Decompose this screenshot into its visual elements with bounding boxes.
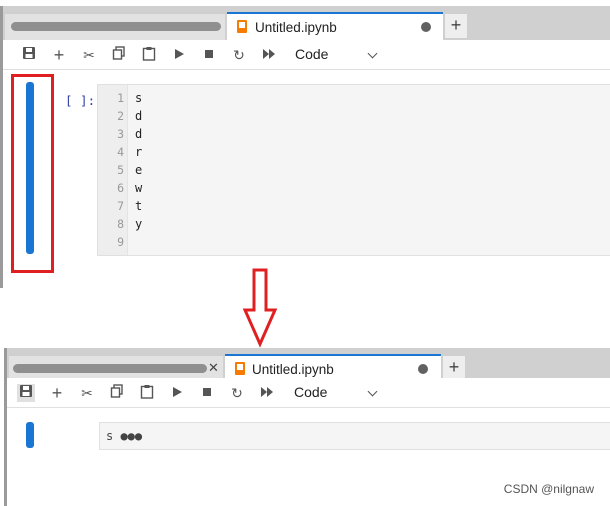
line-number: 3 <box>117 127 124 141</box>
code-line: e <box>135 163 143 177</box>
code-line: y <box>135 217 143 231</box>
cell-prompt: [ ]: <box>65 93 96 108</box>
cut-icon[interactable]: ✂ <box>78 384 96 402</box>
notebook-icon <box>237 20 247 33</box>
restart-icon[interactable]: ↻ <box>230 46 248 64</box>
code-line: t <box>135 199 143 213</box>
cell-type-select[interactable]: Code <box>294 384 327 400</box>
stop-icon[interactable] <box>200 46 218 64</box>
notebook-icon <box>235 362 245 375</box>
code-line: s <box>135 91 143 105</box>
code-line: w <box>135 181 143 195</box>
notebook-toolbar: + ✂ ↻ Code <box>7 378 610 408</box>
notebook-toolbar: + ✂ ↻ Code <box>3 40 610 70</box>
code-line: d <box>135 127 143 141</box>
line-number: 1 <box>117 91 124 105</box>
add-tab-button[interactable]: + <box>444 13 468 39</box>
stop-icon[interactable] <box>198 384 216 402</box>
scribble-overlay <box>11 22 221 31</box>
save-icon[interactable] <box>20 46 38 64</box>
notebook-panel-after: ✕ Untitled.ipynb + + ✂ ↻ Code s ●●● CSDN… <box>4 348 610 506</box>
run-icon[interactable] <box>170 46 188 64</box>
copy-icon[interactable] <box>110 46 128 64</box>
unsaved-dot-icon[interactable] <box>421 22 431 32</box>
tab-untitled-ipynb[interactable]: Untitled.ipynb <box>227 12 443 40</box>
notebook-panel-before: Untitled.ipynb + + ✂ ↻ Code [ ]: 1 2 3 4… <box>0 6 610 288</box>
line-number: 4 <box>117 145 124 159</box>
run-icon[interactable] <box>168 384 186 402</box>
tab-label: Untitled.ipynb <box>255 20 337 35</box>
paste-icon[interactable] <box>140 46 158 64</box>
line-number: 5 <box>117 163 124 177</box>
cell-type-select[interactable]: Code <box>295 46 328 62</box>
cell-collapser-bar[interactable] <box>26 422 34 448</box>
chevron-down-icon[interactable] <box>367 386 378 397</box>
highlight-box <box>11 74 54 273</box>
save-icon[interactable] <box>17 384 35 402</box>
fast-forward-icon[interactable] <box>258 384 276 402</box>
tab-bar: Untitled.ipynb + <box>3 6 610 40</box>
collapsed-preview: s ●●● <box>106 429 143 443</box>
restart-icon[interactable]: ↻ <box>228 384 246 402</box>
collapsed-cell[interactable]: s ●●● <box>99 422 610 450</box>
code-line: d <box>135 109 143 123</box>
line-number: 7 <box>117 199 124 213</box>
line-number: 2 <box>117 109 124 123</box>
line-number: 9 <box>117 235 124 249</box>
paste-icon[interactable] <box>138 384 156 402</box>
fast-forward-icon[interactable] <box>260 46 278 64</box>
close-icon[interactable]: ✕ <box>208 360 219 376</box>
line-number: 6 <box>117 181 124 195</box>
watermark: CSDN @nilgnaw <box>503 482 594 496</box>
chevron-down-icon[interactable] <box>367 48 378 59</box>
tab-obscured[interactable] <box>5 12 225 40</box>
tab-bar: ✕ Untitled.ipynb + <box>7 348 610 382</box>
code-editor[interactable]: 1 2 3 4 5 6 7 8 9 s d d r e w t y <box>97 84 610 256</box>
cut-icon[interactable]: ✂ <box>80 46 98 64</box>
line-number: 8 <box>117 217 124 231</box>
add-cell-icon[interactable]: + <box>48 384 66 402</box>
unsaved-dot-icon[interactable] <box>418 364 428 374</box>
scribble-overlay <box>13 364 207 373</box>
code-line: r <box>135 145 143 159</box>
copy-icon[interactable] <box>108 384 126 402</box>
tab-label: Untitled.ipynb <box>252 362 334 377</box>
down-arrow-icon <box>242 268 278 348</box>
add-cell-icon[interactable]: + <box>50 46 68 64</box>
